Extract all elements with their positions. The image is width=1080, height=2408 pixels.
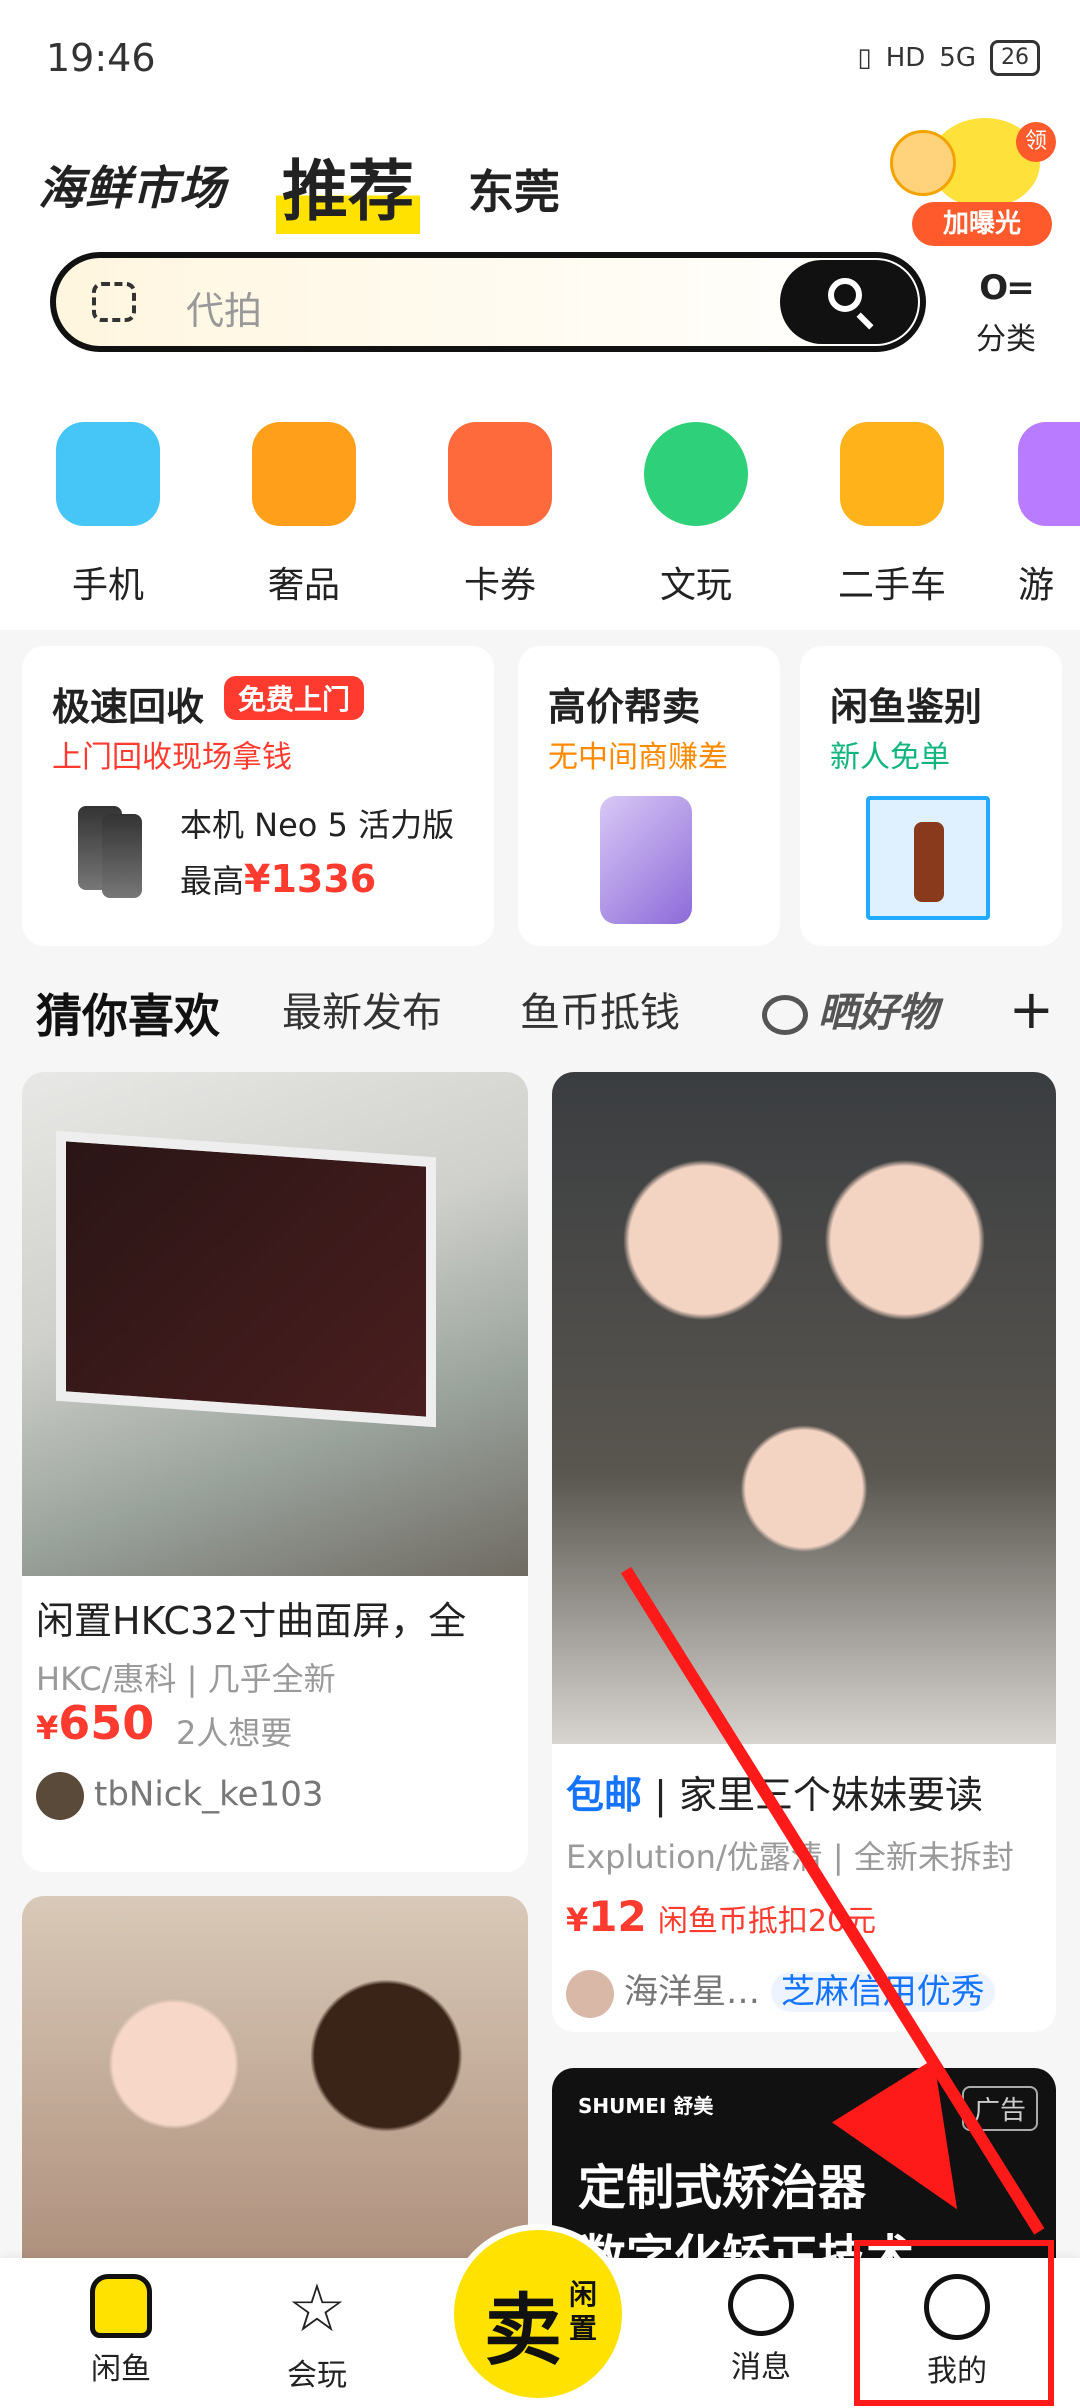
quick-link-label: 卡券 <box>463 565 536 606</box>
coupon-icon <box>448 422 552 526</box>
product-image <box>22 1072 528 1576</box>
service-cards: 极速回收 免费上门 上门回收现场拿钱 本机 Neo 5 活力版 最高¥1336 … <box>22 646 1062 946</box>
search-bar[interactable]: 代拍 <box>50 252 926 352</box>
car-icon <box>840 422 944 526</box>
handbag-icon <box>252 422 356 526</box>
quick-link-luxury[interactable]: 奢品 <box>234 422 374 608</box>
signal-icon: 5G <box>939 43 976 73</box>
quick-link-label: 奢品 <box>267 565 340 606</box>
recycle-product: 本机 Neo 5 活力版 <box>180 806 455 844</box>
quick-links: 手机 奢品 卡券 文玩 二手车 游 <box>0 390 1080 630</box>
card-title: 高价帮卖 <box>548 685 701 729</box>
tab-label: 消息 <box>731 2350 791 2385</box>
status-icons: ▯ HD 5G 26 <box>857 40 1040 76</box>
home-icon <box>90 2274 152 2338</box>
product-title: 包邮 | 家里三个妹妹要读 <box>566 1773 983 1817</box>
tab-guess-you-like[interactable]: 猜你喜欢 <box>36 980 220 1046</box>
card-subtitle: 无中间商赚差 <box>548 740 728 775</box>
search-icon <box>828 278 862 312</box>
quick-link-coupon[interactable]: 卡券 <box>430 422 570 608</box>
product-image <box>22 1896 528 2316</box>
sell-label: 卖 <box>484 2286 563 2376</box>
feed-tabs: 猜你喜欢 最新发布 鱼币抵钱 晒好物 + <box>0 950 1080 1080</box>
promo-label: 加曝光 <box>912 202 1052 246</box>
card-title: 极速回收 <box>52 685 205 729</box>
seller[interactable]: 海洋星… 芝麻信用优秀 <box>566 1964 1056 2018</box>
tab-play[interactable]: ☆ 会玩 <box>252 2274 382 2394</box>
quick-link-label: 二手车 <box>837 565 946 606</box>
product-card[interactable]: 闲置HKC32寸曲面屏，全 HKC/惠科 | 几乎全新 ¥650 2人想要 tb… <box>22 1072 528 1872</box>
tab-latest[interactable]: 最新发布 <box>282 980 442 1038</box>
bead-icon <box>644 422 748 526</box>
product-price: ¥650 <box>36 1696 155 1750</box>
sell-button[interactable]: 卖 闲置 <box>448 2224 628 2404</box>
free-pickup-badge: 免费上门 <box>224 676 365 720</box>
category-label: 分类 <box>976 322 1036 357</box>
hd-icon: HD <box>885 43 926 73</box>
iphone-image <box>600 796 692 924</box>
face-icon <box>762 995 808 1035</box>
consign-card[interactable]: 高价帮卖 无中间商赚差 <box>518 646 780 946</box>
recycle-card[interactable]: 极速回收 免费上门 上门回收现场拿钱 本机 Neo 5 活力版 最高¥1336 <box>22 646 494 946</box>
tab-recommend[interactable]: 推荐 <box>276 138 420 234</box>
star-icon: ☆ <box>287 2270 347 2347</box>
card-title: 闲鱼鉴别 <box>830 685 983 729</box>
message-icon <box>728 2274 794 2336</box>
authenticate-card[interactable]: 闲鱼鉴别 新人免单 <box>800 646 1062 946</box>
status-time: 19:46 <box>46 36 156 80</box>
scan-icon[interactable] <box>92 282 136 322</box>
want-count: 2人想要 <box>176 1714 293 1752</box>
tab-label: 会玩 <box>287 2358 347 2393</box>
category-button[interactable]: O= 分类 <box>966 268 1046 358</box>
quick-link-game[interactable]: 游 <box>1018 422 1080 608</box>
add-tab-icon[interactable]: + <box>1009 978 1054 1041</box>
avatar <box>566 1969 614 2018</box>
sell-sublabel: 闲置 <box>568 2278 597 2345</box>
brand-tab[interactable]: 海鲜市场 <box>38 152 226 218</box>
product-card[interactable] <box>22 1896 528 2316</box>
card-subtitle: 新人免单 <box>830 740 950 775</box>
quick-link-label: 文玩 <box>659 565 732 606</box>
status-bar: 19:46 ▯ HD 5G 26 <box>0 0 1080 110</box>
search-button[interactable] <box>780 260 918 344</box>
phone-icon <box>56 422 160 526</box>
product-meta: HKC/惠科 | 几乎全新 <box>36 1660 336 1698</box>
avatar <box>36 1772 84 1820</box>
ad-headline: 定制式矫治器 <box>578 2160 867 2216</box>
category-icon: O= <box>979 268 1034 308</box>
price-value: ¥1336 <box>244 857 377 901</box>
game-icon <box>1018 422 1080 526</box>
ad-brand: SHUMEI 舒美 <box>578 2094 714 2118</box>
seller[interactable]: tbNick_ke103 <box>36 1772 323 1820</box>
tab-label: 闲鱼 <box>91 2352 151 2387</box>
tab-coin-discount[interactable]: 鱼币抵钱 <box>520 980 680 1038</box>
product-card[interactable]: 包邮 | 家里三个妹妹要读 Explution/优露清 | 全新未拆封 ¥12 … <box>552 1072 1056 2032</box>
card-subtitle: 上门回收现场拿钱 <box>52 740 292 775</box>
quick-link-label: 游 <box>1018 565 1055 606</box>
annotation-highlight-box <box>854 2240 1054 2406</box>
header: 海鲜市场 推荐 东莞 领 加曝光 代拍 O= 分类 <box>0 110 1080 390</box>
vibrate-icon: ▯ <box>857 43 872 73</box>
product-image <box>552 1072 1056 1744</box>
tab-show-goods[interactable]: 晒好物 <box>762 980 938 1038</box>
bottle-image <box>914 822 944 902</box>
coin-icon <box>890 130 956 196</box>
tab-messages[interactable]: 消息 <box>696 2274 826 2386</box>
quick-link-label: 手机 <box>71 565 144 606</box>
tab-home[interactable]: 闲鱼 <box>56 2274 186 2388</box>
promo-badge: 领 <box>1016 122 1056 162</box>
quick-link-phone[interactable]: 手机 <box>38 422 178 608</box>
battery-icon: 26 <box>990 40 1040 76</box>
phone-image <box>102 814 142 898</box>
tab-label: 晒好物 <box>818 990 938 1036</box>
price-prefix: 最高 <box>180 862 245 900</box>
quick-link-collectibles[interactable]: 文玩 <box>626 422 766 608</box>
search-input[interactable]: 代拍 <box>186 280 262 335</box>
tab-city[interactable]: 东莞 <box>468 156 560 222</box>
recycle-price: 最高¥1336 <box>180 856 376 902</box>
promo-widget[interactable]: 领 加曝光 <box>890 118 1060 248</box>
product-title: 闲置HKC32寸曲面屏，全 <box>36 1599 467 1643</box>
quick-link-used-car[interactable]: 二手车 <box>822 422 962 608</box>
